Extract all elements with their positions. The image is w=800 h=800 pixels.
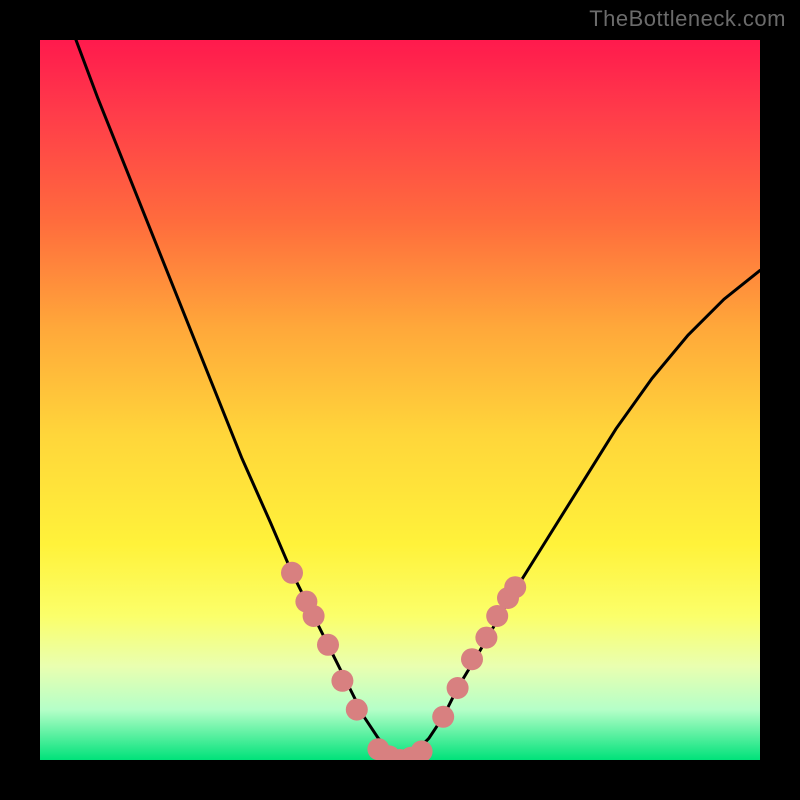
curve-left-curve [76,40,400,760]
plot-area [40,40,760,760]
chart-frame: TheBottleneck.com [0,0,800,800]
data-marker [331,670,353,692]
chart-svg [40,40,760,760]
curve-lines [76,40,760,760]
data-marker [504,576,526,598]
curve-markers [281,562,526,760]
data-marker [281,562,303,584]
data-marker [317,634,339,656]
data-marker [346,699,368,721]
data-marker [461,648,483,670]
data-marker [303,605,325,627]
watermark-text: TheBottleneck.com [589,6,786,32]
data-marker [447,677,469,699]
data-marker [475,627,497,649]
data-marker [432,706,454,728]
data-marker [411,740,433,760]
